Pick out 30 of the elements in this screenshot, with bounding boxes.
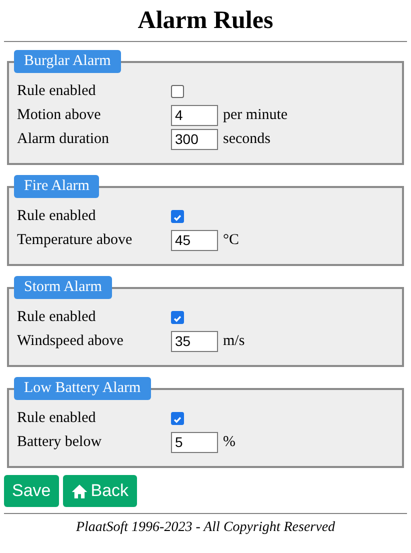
section-legend: Fire Alarm: [14, 175, 100, 198]
rule-checkbox[interactable]: [171, 412, 184, 424]
number-field[interactable]: 35: [171, 330, 218, 352]
number-field[interactable]: 45: [171, 230, 218, 250]
unit-label: %: [223, 434, 236, 450]
footer-text: PlaatSoft 1996-2023 - All Copyright Reserved: [74, 520, 336, 536]
unit-label: °C: [223, 232, 240, 248]
section-legend: Storm Alarm: [14, 276, 112, 299]
rule-checkbox[interactable]: [171, 210, 184, 222]
number-field[interactable]: 4: [171, 104, 218, 126]
section-legend: Burglar Alarm: [14, 50, 121, 73]
rule-checkbox[interactable]: [171, 84, 184, 98]
field-label: Motion above: [17, 106, 102, 124]
field-label: Rule enabled: [17, 208, 97, 224]
home-icon: [70, 482, 88, 500]
unit-label: per minute: [223, 106, 288, 124]
page-title: Alarm Rules: [136, 6, 274, 36]
number-field[interactable]: 5: [171, 432, 218, 452]
field-label: Rule enabled: [17, 410, 97, 426]
unit-label: m/s: [223, 332, 245, 350]
field-label: Battery below: [17, 434, 103, 450]
field-label: Rule enabled: [17, 308, 97, 326]
section-legend: Low Battery Alarm: [14, 377, 151, 400]
number-field[interactable]: 300: [171, 128, 218, 150]
field-label: Windspeed above: [17, 332, 124, 350]
field-label: Rule enabled: [17, 82, 97, 100]
rule-checkbox[interactable]: [171, 310, 184, 324]
unit-label: seconds: [223, 130, 270, 148]
field-label: Temperature above: [17, 232, 134, 248]
field-label: Alarm duration: [17, 130, 110, 148]
